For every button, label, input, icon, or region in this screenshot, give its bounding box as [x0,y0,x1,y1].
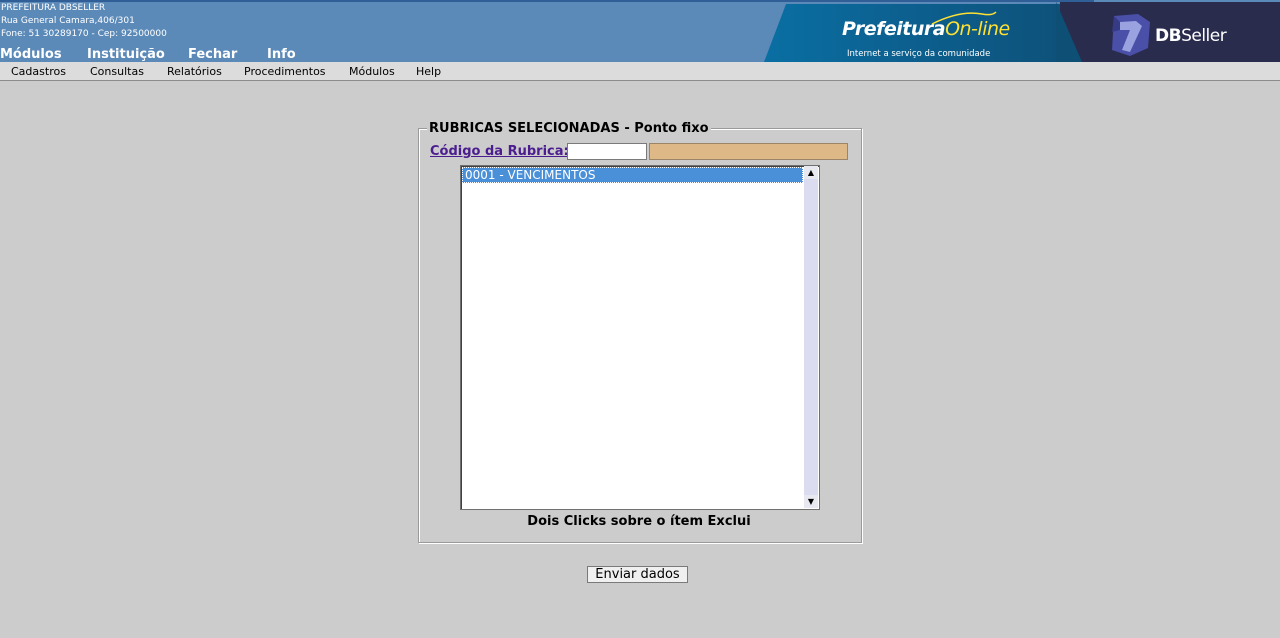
logo-accent: On-line [945,18,1010,40]
org-contact: Fone: 51 30289170 - Cep: 92500000 [1,29,167,39]
codigo-rubrica-link[interactable]: Código da Rubrica: [430,144,569,159]
brand-bold: DB [1155,26,1182,46]
top-menu-modulos[interactable]: Módulos [0,47,62,62]
selected-rubricas-list[interactable] [460,165,820,510]
menu-help[interactable]: Help [416,65,441,78]
menu-procedimentos[interactable]: Procedimentos [244,65,326,78]
menu-modulos[interactable]: Módulos [349,65,395,78]
dbseller-wordmark: DBSeller [1155,26,1227,46]
menu-cadastros[interactable]: Cadastros [11,65,66,78]
list-item-label: 0001 - VENCIMENTOS [465,168,596,182]
banner-subtitle: Internet a serviço da comunidade [847,49,991,59]
double-click-hint: Dois Clicks sobre o ítem Exclui [527,514,751,529]
banner-edge-db [1056,2,1082,62]
sub-menu: Cadastros Consultas Relatórios Procedime… [0,62,1280,81]
brand-rest: Seller [1181,26,1227,46]
header: PREFEITURA DBSELLER Rua General Camara,4… [0,0,1280,62]
logo-main: Prefeitura [842,18,946,40]
org-info: PREFEITURA DBSELLER Rua General Camara,4… [1,2,167,41]
scroll-down-arrow-icon[interactable]: ▼ [804,495,818,508]
top-menu-info[interactable]: Info [267,47,296,62]
org-name: PREFEITURA DBSELLER [1,3,106,13]
org-address: Rua General Camara,406/301 [1,16,135,26]
top-menu-fechar[interactable]: Fechar [188,47,237,62]
menu-consultas[interactable]: Consultas [90,65,144,78]
rubrica-description-field [649,143,848,160]
fieldset-legend: RUBRICAS SELECIONADAS - Ponto fixo [427,121,711,136]
dbseller-logo-icon [1112,14,1150,56]
menu-relatorios[interactable]: Relatórios [167,65,222,78]
list-scrollbar[interactable] [804,166,818,508]
prefeitura-online-logo: PrefeituraOn-line [842,18,1010,40]
codigo-rubrica-input[interactable] [567,143,647,160]
top-menu-instituicao[interactable]: Instituição [87,47,165,62]
banner-edge [764,4,786,62]
list-item[interactable]: 0001 - VENCIMENTOS [462,167,803,183]
scroll-up-arrow-icon[interactable]: ▲ [804,166,818,179]
enviar-dados-button[interactable]: Enviar dados [587,566,688,583]
